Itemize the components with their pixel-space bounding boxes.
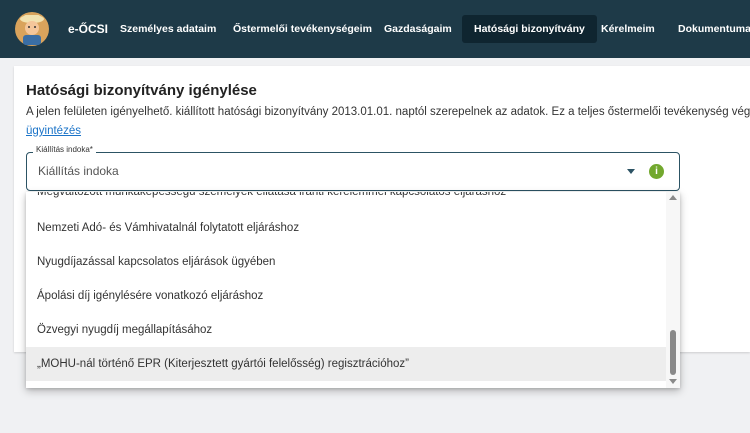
reason-select-label: Kiállítás indoka* [33,145,96,154]
chevron-down-icon[interactable] [627,169,635,174]
page-description: A jelen felületen igényelhető. kiállítot… [26,106,750,118]
farmer-mascot-icon[interactable] [12,10,52,48]
nav-item-producer-activities[interactable]: Őstermelői tevékenységeim [233,0,372,58]
nav-item-farms[interactable]: Gazdaságaim [384,0,452,58]
nav-item-documents[interactable]: Dokumentumaim [678,0,750,58]
dropdown-option[interactable]: Ápolási díj igénylésére vonatkozó eljárá… [26,279,666,313]
reason-dropdown-list: Megváltozott munkaképességű személyek el… [26,192,680,388]
scroll-down-icon[interactable] [669,379,677,384]
nav-item-applications[interactable]: Kérelmeim [601,0,655,58]
reason-select-value[interactable]: Kiállítás indoka [38,164,119,178]
scroll-thumb[interactable] [670,330,676,375]
dropdown-scrollbar[interactable] [666,192,680,388]
scroll-up-icon[interactable] [669,195,677,200]
dropdown-option-highlighted[interactable]: „MOHU-nál történő EPR (Kiterjesztett gyá… [26,347,666,381]
dropdown-option[interactable]: Megváltozott munkaképességű személyek el… [26,192,666,209]
page-title: Hatósági bizonyítvány igénylése [26,82,257,99]
procedure-link[interactable]: ügyintézés [26,125,81,137]
dropdown-option[interactable]: Özvegyi nyugdíj megállapításához [26,313,666,347]
dropdown-option[interactable]: Nemzeti Adó- és Vámhivatalnál folytatott… [26,211,666,245]
dropdown-option[interactable]: Nyugdíjazással kapcsolatos eljárások ügy… [26,245,666,279]
reason-select[interactable] [26,152,680,191]
info-icon[interactable]: i [649,164,664,179]
nav-item-official-certificate[interactable]: Hatósági bizonyítvány [462,15,597,43]
brand-name[interactable]: e-ŐCSI [68,0,108,58]
nav-item-personal-data[interactable]: Személyes adataim [120,0,216,58]
top-navigation: e-ŐCSI Személyes adataim Őstermelői tevé… [0,0,750,58]
